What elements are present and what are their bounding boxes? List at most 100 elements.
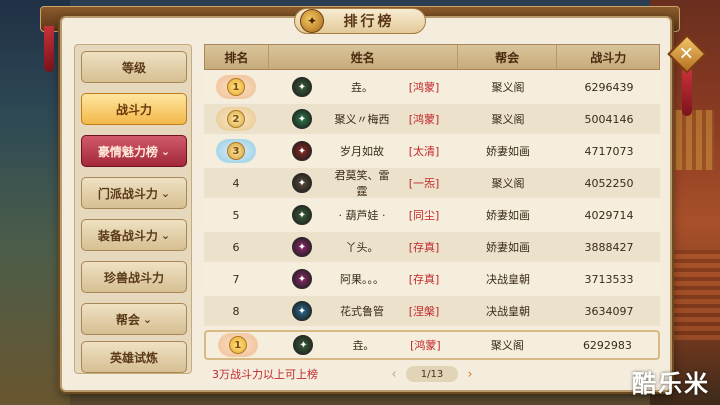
- sidebar-item-charm-ranking[interactable]: 豪情魅力榜 ⌄: [81, 135, 187, 167]
- table-row[interactable]: 4 ✦ 君莫笑、雷霆 [一炁] 聚义阁 4052250: [204, 168, 660, 198]
- combat-power-cell: 6292983: [582, 338, 632, 352]
- server-tag: [一炁]: [408, 177, 440, 190]
- table-row[interactable]: 6 ✦ 丫头。 [存真] 娇妻如画 3888427: [204, 232, 660, 262]
- rank-medal-icon: 3: [216, 139, 256, 163]
- sect-emblem-icon: ✦: [292, 301, 312, 321]
- sidebar-item-label: 英雄试炼: [109, 350, 158, 365]
- table-row[interactable]: 2 ✦ 聚义〃梅西 [鸿蒙] 聚义阁 5004146: [204, 104, 660, 134]
- name-cell: ✦ 君莫笑、雷霆 [一炁]: [268, 168, 458, 198]
- combat-power-cell: 6296439: [584, 80, 634, 94]
- table-row[interactable]: 7 ✦ 阿果。。。 [存真] 决战皇朝 3713533: [204, 264, 660, 294]
- sect-emblem-icon: ✦: [292, 237, 312, 257]
- sidebar-item-sect-power[interactable]: 门派战斗力 ⌄: [81, 177, 187, 209]
- my-ranking-row[interactable]: 1 ✦ 垚。 [鸿蒙] 聚义阁 6292983: [204, 330, 660, 360]
- guild-cell: 聚义阁: [490, 339, 524, 352]
- guild-cell: 娇妻如画: [486, 145, 530, 158]
- rank-cell: 2: [204, 107, 268, 131]
- rank-number: 2: [227, 110, 245, 128]
- sidebar-item-equipment-power[interactable]: 装备战斗力 ⌄: [81, 219, 187, 251]
- chevron-down-icon: ⌄: [142, 312, 153, 326]
- rank-cell: 6: [204, 241, 268, 254]
- guild-cell: 聚义阁: [491, 113, 525, 126]
- player-name[interactable]: 垚。: [332, 79, 392, 95]
- sidebar-item-label: 等级: [121, 60, 146, 75]
- server-tag: [涅槃]: [408, 305, 440, 318]
- player-name[interactable]: 花式鲁管: [332, 303, 392, 319]
- column-header-rank: 排名: [205, 45, 269, 69]
- table-row[interactable]: 1 ✦ 垚。 [鸿蒙] 聚义阁 6296439: [204, 72, 660, 102]
- sidebar-item-label: 装备战斗力: [97, 228, 158, 243]
- table-row[interactable]: 3 ✦ 岁月如故 [太清] 娇妻如画 4717073: [204, 136, 660, 166]
- sidebar-item-level[interactable]: 等级: [81, 51, 187, 83]
- sect-emblem-icon: ✦: [292, 205, 312, 225]
- sect-emblem-icon: ✦: [292, 109, 312, 129]
- chevron-down-icon: ⌄: [160, 228, 171, 242]
- rank-medal-icon: 1: [217, 333, 258, 357]
- server-tag: [同尘]: [408, 209, 440, 222]
- combat-power-cell: 4052250: [584, 176, 634, 190]
- tassel-left-decoration: [44, 26, 54, 72]
- name-cell: ✦ 垚。 [鸿蒙]: [269, 332, 457, 358]
- guild-cell: 聚义阁: [491, 81, 525, 94]
- tassel-right-decoration: [682, 70, 692, 116]
- server-tag: [存真]: [408, 241, 440, 254]
- rank-medal-icon: 2: [216, 107, 256, 131]
- combat-power-cell: 5004146: [584, 112, 634, 126]
- sect-emblem-icon: ✦: [292, 77, 312, 97]
- table-row[interactable]: 5 ✦ · 葫芦娃 · [同尘] 娇妻如画 4029714: [204, 200, 660, 230]
- close-icon: ✕: [679, 43, 695, 65]
- combat-power-cell: 3888427: [584, 240, 634, 254]
- pagination: ‹ 1/13 ›: [388, 365, 476, 383]
- rank-number: 5: [232, 208, 240, 222]
- sidebar-item-label: 门派战斗力: [97, 186, 158, 201]
- column-header-name: 姓名: [269, 45, 458, 69]
- rank-number: 3: [227, 142, 245, 160]
- combat-power-cell: 3634097: [584, 304, 634, 318]
- player-name[interactable]: 君莫笑、雷霆: [332, 167, 392, 199]
- table-row[interactable]: 8 ✦ 花式鲁管 [涅槃] 决战皇朝 3634097: [204, 296, 660, 326]
- server-tag: [鸿蒙]: [408, 113, 440, 126]
- next-page-button[interactable]: ›: [464, 367, 476, 382]
- name-cell: ✦ 花式鲁管 [涅槃]: [268, 296, 458, 326]
- column-header-guild: 帮会: [458, 45, 558, 69]
- name-cell: ✦ 垚。 [鸿蒙]: [268, 72, 458, 102]
- sidebar-item-guild[interactable]: 帮会 ⌄: [81, 303, 187, 335]
- player-name[interactable]: 阿果。。。: [332, 271, 392, 287]
- rank-number: 6: [232, 240, 240, 254]
- rank-number: 7: [232, 272, 240, 286]
- player-name[interactable]: 聚义〃梅西: [332, 111, 392, 127]
- table-header: 排名 姓名 帮会 战斗力: [204, 44, 660, 70]
- name-cell: ✦ 阿果。。。 [存真]: [268, 264, 458, 294]
- watermark-logo: 酷乐米: [632, 370, 710, 398]
- player-name[interactable]: 垚。: [333, 337, 393, 353]
- previous-page-button[interactable]: ‹: [388, 367, 400, 382]
- server-tag: [存真]: [408, 273, 440, 286]
- combat-power-cell: 4029714: [584, 208, 634, 222]
- rank-cell: 8: [204, 305, 268, 318]
- window-title: 排行榜: [343, 14, 395, 30]
- player-name[interactable]: 丫头。: [332, 239, 392, 255]
- guild-cell: 娇妻如画: [486, 209, 530, 222]
- player-name[interactable]: 岁月如故: [332, 143, 392, 159]
- player-name[interactable]: · 葫芦娃 ·: [332, 207, 392, 223]
- rank-number: 1: [228, 336, 247, 354]
- server-tag: [太清]: [408, 145, 440, 158]
- sect-emblem-icon: ✦: [293, 335, 314, 355]
- category-sidebar: 等级 战斗力 豪情魅力榜 ⌄ 门派战斗力 ⌄ 装备战斗力 ⌄ 珍兽战斗力 帮会 …: [74, 44, 192, 374]
- ranking-requirement-note: 3万战斗力以上可上榜: [212, 368, 318, 381]
- column-header-power: 战斗力: [590, 50, 627, 65]
- sidebar-item-pet-power[interactable]: 珍兽战斗力: [81, 261, 187, 293]
- sidebar-item-label: 珍兽战斗力: [103, 270, 164, 285]
- rank-cell: 1: [206, 333, 269, 357]
- combat-power-cell: 4717073: [584, 144, 634, 158]
- ranking-table: 排名 姓名 帮会 战斗力 1 ✦ 垚。 [鸿蒙] 聚义阁 6296439 2 ✦ 聚义〃梅西 [鸿…: [204, 44, 660, 360]
- sidebar-item-combat-power[interactable]: 战斗力: [81, 93, 187, 125]
- sidebar-item-label: 豪情魅力榜: [97, 144, 158, 159]
- sidebar-item-hero-trial[interactable]: 英雄试炼: [81, 341, 187, 373]
- sect-emblem-icon: ✦: [292, 173, 312, 193]
- rank-cell: 3: [204, 139, 268, 163]
- rank-cell: 4: [204, 177, 268, 190]
- name-cell: ✦ · 葫芦娃 · [同尘]: [268, 200, 458, 230]
- rank-cell: 1: [204, 75, 268, 99]
- combat-power-cell: 3713533: [584, 272, 634, 286]
